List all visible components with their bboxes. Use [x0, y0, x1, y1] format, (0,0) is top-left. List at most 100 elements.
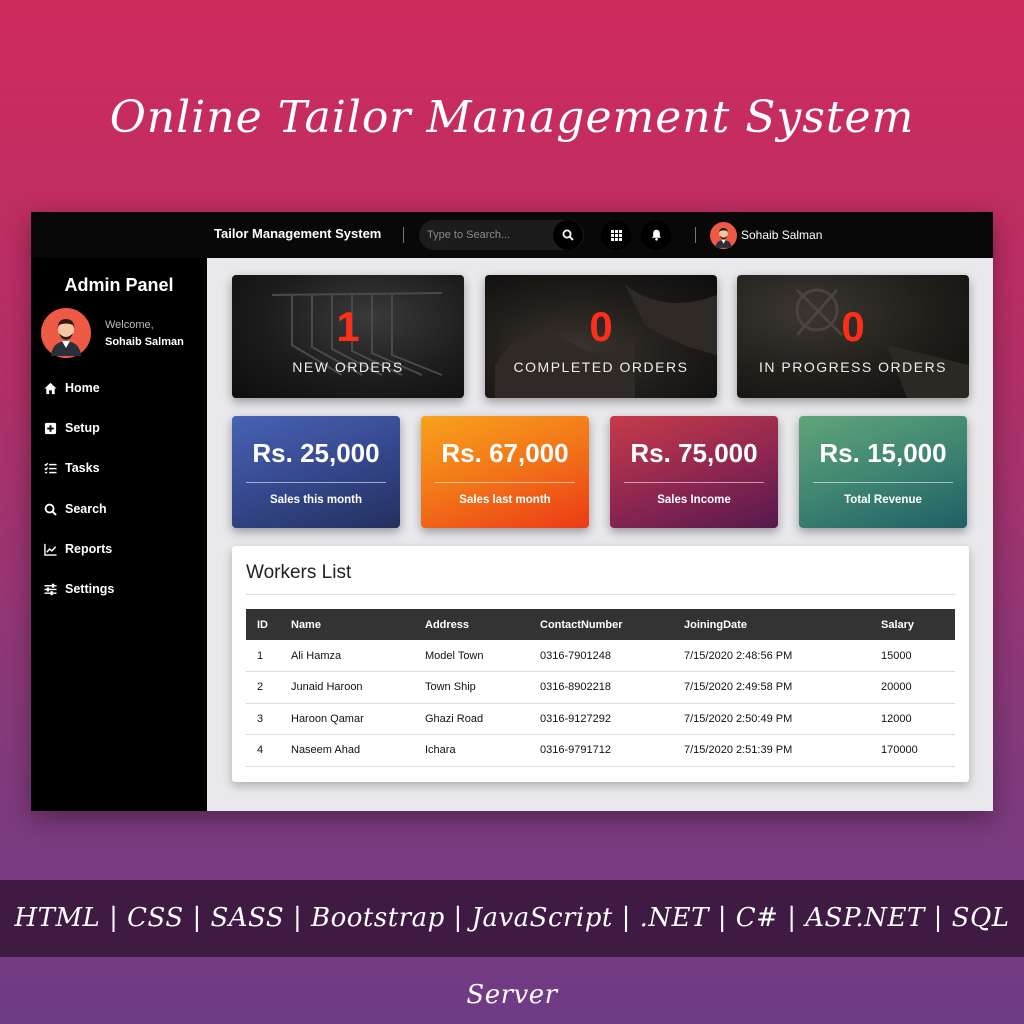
sidebar-item-home[interactable]: Home: [44, 378, 100, 398]
cell-contact: 0316-9791712: [529, 734, 673, 767]
sales-income-amount: Rs. 75,000: [630, 438, 758, 468]
sales-last-month-card[interactable]: Rs. 67,000 Sales last month: [421, 416, 589, 528]
navbar-divider: [695, 227, 696, 243]
cell-joining-date: 7/15/2020 2:48:56 PM: [673, 640, 870, 672]
card-divider: [435, 482, 575, 483]
cell-salary: 20000: [870, 671, 955, 704]
workers-list-title: Workers List: [246, 562, 352, 583]
sidebar-item-label: Setup: [65, 421, 100, 435]
column-header[interactable]: Salary: [870, 609, 955, 640]
cell-name: Haroon Qamar: [280, 703, 414, 735]
cell-address: Ghazi Road: [414, 703, 529, 735]
tasks-icon: [44, 462, 57, 473]
column-header[interactable]: Address: [414, 609, 529, 640]
sales-income-label: Sales Income: [657, 494, 731, 506]
search-input[interactable]: [427, 225, 547, 245]
navbar-user-name[interactable]: Sohaib Salman: [741, 228, 822, 242]
sidebar-item-label: Reports: [65, 542, 113, 556]
app-window: Tailor Management System Sohaib Salman A…: [31, 212, 993, 811]
sidebar-item-tasks[interactable]: Tasks: [44, 458, 100, 478]
plus-square-icon: [44, 422, 57, 434]
cell-joining-date: 7/15/2020 2:50:49 PM: [673, 703, 870, 735]
total-revenue-label: Total Revenue: [844, 494, 922, 506]
cell-salary: 170000: [870, 734, 955, 767]
cell-address: Town Ship: [414, 671, 529, 704]
card-divider: [246, 482, 386, 483]
chart-line-icon: [44, 543, 57, 556]
navbar-divider: [403, 227, 404, 243]
completed-orders-card[interactable]: 0 COMPLETED ORDERS: [485, 275, 717, 398]
cell-contact: 0316-9127292: [529, 703, 673, 735]
sales-this-month-label: Sales this month: [269, 494, 363, 506]
total-revenue-card[interactable]: Rs. 15,000 Total Revenue: [799, 416, 967, 528]
column-header[interactable]: ContactNumber: [529, 609, 673, 640]
user-avatar-icon[interactable]: [710, 222, 737, 249]
card-divider: [813, 482, 953, 483]
cell-name: Ali Hamza: [280, 640, 414, 672]
sidebar-user-name: Sohaib Salman: [105, 336, 184, 348]
cell-salary: 12000: [870, 703, 955, 735]
card-divider: [624, 482, 764, 483]
column-header[interactable]: Name: [280, 609, 414, 640]
in-progress-orders-card[interactable]: 0 IN PROGRESS ORDERS: [737, 275, 969, 398]
promo-title: Online Tailor Management System: [109, 92, 915, 143]
table-row[interactable]: 3 Haroon Qamar Ghazi Road 0316-9127292 7…: [246, 703, 955, 735]
sidebar-item-label: Settings: [65, 582, 115, 596]
notifications-button[interactable]: [641, 220, 671, 250]
welcome-text: Welcome,: [105, 319, 154, 331]
workers-table: ID Name Address ContactNumber JoiningDat…: [246, 609, 955, 767]
completed-orders-count: 0: [589, 303, 613, 350]
sidebar-title: Admin Panel: [64, 275, 174, 295]
search-button[interactable]: [553, 220, 583, 250]
cell-id: 2: [246, 671, 280, 704]
new-orders-count: 1: [336, 303, 360, 350]
profile-avatar-icon: [41, 308, 91, 358]
cell-address: Model Town: [414, 640, 529, 672]
workers-list-panel: Workers List ID Name Address ContactNumb…: [232, 546, 969, 782]
sales-this-month-amount: Rs. 25,000: [252, 438, 380, 468]
table-header-row: ID Name Address ContactNumber JoiningDat…: [246, 609, 955, 640]
total-revenue-amount: Rs. 15,000: [819, 438, 947, 468]
cell-address: Ichara: [414, 734, 529, 767]
sales-income-card[interactable]: Rs. 75,000 Sales Income: [610, 416, 778, 528]
table-row[interactable]: 2 Junaid Haroon Town Ship 0316-8902218 7…: [246, 671, 955, 704]
column-header[interactable]: ID: [246, 609, 280, 640]
sales-this-month-card[interactable]: Rs. 25,000 Sales this month: [232, 416, 400, 528]
sidebar-item-label: Home: [65, 381, 100, 395]
sliders-icon: [44, 583, 57, 595]
cell-id: 1: [246, 640, 280, 672]
completed-orders-label: COMPLETED ORDERS: [513, 359, 689, 375]
cell-contact: 0316-7901248: [529, 640, 673, 672]
in-progress-orders-count: 0: [841, 303, 865, 350]
top-navbar: Tailor Management System Sohaib Salman: [31, 212, 993, 258]
sidebar-item-label: Tasks: [65, 461, 100, 475]
sidebar: Admin Panel Welcome, Sohaib Salman Home …: [31, 258, 207, 811]
cell-name: Naseem Ahad: [280, 734, 414, 767]
sidebar-item-settings[interactable]: Settings: [44, 579, 114, 599]
in-progress-orders-label: IN PROGRESS ORDERS: [758, 359, 948, 375]
sidebar-item-setup[interactable]: Setup: [44, 418, 100, 438]
sidebar-item-search[interactable]: Search: [44, 499, 107, 519]
column-header[interactable]: JoiningDate: [673, 609, 870, 640]
home-icon: [44, 382, 57, 394]
sales-last-month-amount: Rs. 67,000: [441, 438, 569, 468]
sales-last-month-label: Sales last month: [459, 494, 551, 506]
search-icon: [562, 229, 574, 241]
cell-salary: 15000: [870, 640, 955, 672]
cell-contact: 0316-8902218: [529, 671, 673, 704]
brand-title[interactable]: Tailor Management System: [214, 226, 381, 241]
main-content: 1 NEW ORDERS 0 COMPLETED ORDERS 0 IN PRO…: [207, 258, 993, 811]
table-row[interactable]: 4 Naseem Ahad Ichara 0316-9791712 7/15/2…: [246, 734, 955, 767]
bell-icon: [651, 229, 661, 241]
apps-button[interactable]: [601, 220, 631, 250]
cell-joining-date: 7/15/2020 2:51:39 PM: [673, 734, 870, 767]
cell-id: 4: [246, 734, 280, 767]
panel-divider: [246, 594, 955, 595]
sidebar-item-reports[interactable]: Reports: [44, 539, 112, 559]
new-orders-label: NEW ORDERS: [292, 359, 404, 375]
new-orders-card[interactable]: 1 NEW ORDERS: [232, 275, 464, 398]
table-row[interactable]: 1 Ali Hamza Model Town 0316-7901248 7/15…: [246, 640, 955, 672]
sidebar-item-label: Search: [65, 502, 107, 516]
cell-id: 3: [246, 703, 280, 735]
cell-name: Junaid Haroon: [280, 671, 414, 704]
